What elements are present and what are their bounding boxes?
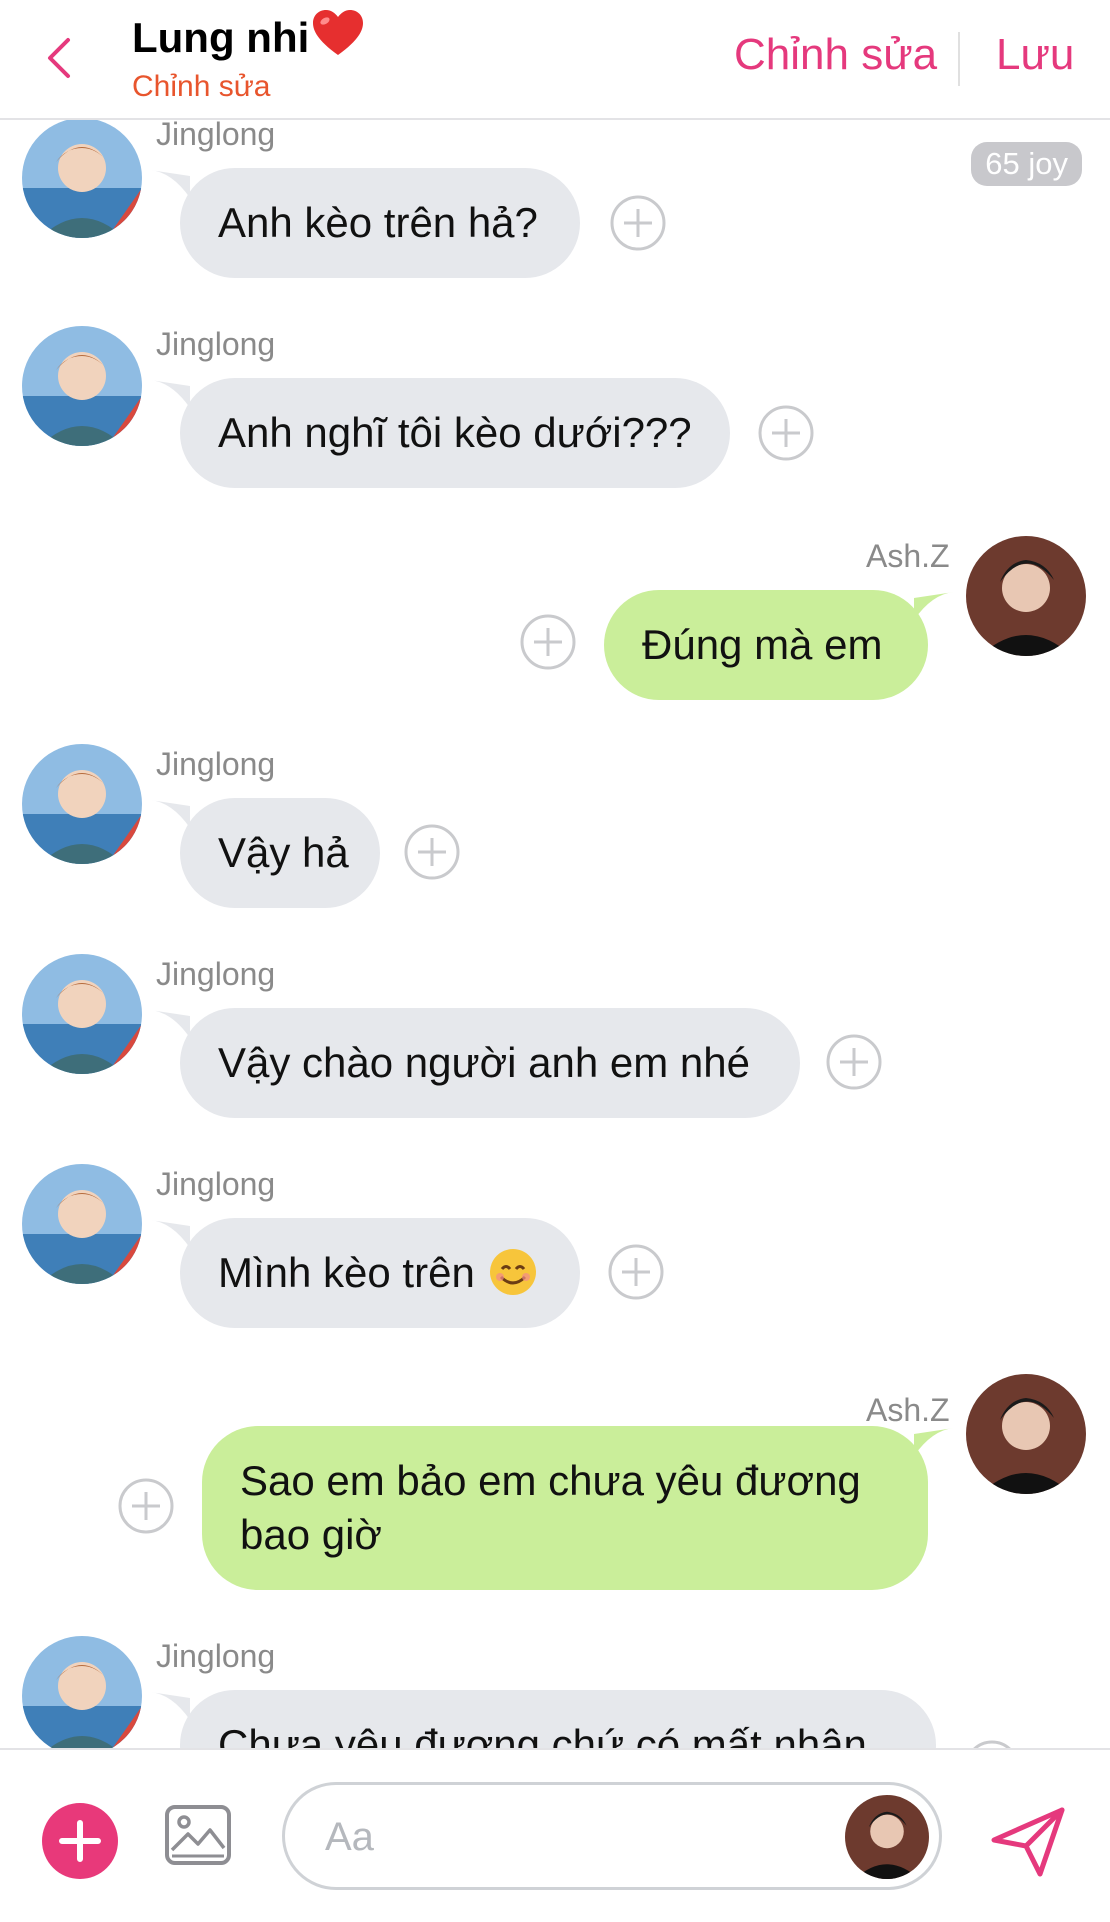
bubble-tail <box>914 1428 954 1456</box>
save-button[interactable]: Lưu <box>996 30 1074 80</box>
bubble-tail <box>150 1692 190 1720</box>
message-thread[interactable]: Jinglong Anh kèo trên hả? Jinglong Anh n… <box>0 0 1110 1748</box>
avatar-jinglong[interactable] <box>22 118 142 238</box>
message-text: Mình kèo trên <box>218 1249 475 1296</box>
message-bubble[interactable]: Đúng mà em <box>604 590 928 700</box>
add-reaction-icon[interactable] <box>826 1034 882 1090</box>
avatar-ash-z[interactable] <box>966 536 1086 656</box>
sender-name: Jinglong <box>156 116 276 152</box>
smile-emoji-icon <box>490 1249 537 1295</box>
plus-icon <box>59 1820 101 1862</box>
message-bubble[interactable]: Vậy chào người anh em nhé <box>180 1008 800 1118</box>
sender-name: Jinglong <box>156 326 276 362</box>
image-icon[interactable] <box>164 1804 232 1866</box>
chat-header: Lung nhi Chỉnh sửa Chỉnh sửa Lưu <box>0 0 1110 120</box>
chat-title-text: Lung nhi <box>132 14 310 61</box>
header-divider <box>958 32 960 86</box>
message-bubble[interactable]: Anh nghĩ tôi kèo dưới??? <box>180 378 730 488</box>
sender-name: Jinglong <box>156 746 276 782</box>
sender-name: Jinglong <box>156 956 276 992</box>
message-input[interactable]: Aa <box>282 1782 942 1890</box>
add-reaction-icon[interactable] <box>758 405 814 461</box>
add-reaction-icon[interactable] <box>520 614 576 670</box>
back-chevron-icon[interactable] <box>40 30 80 86</box>
bubble-tail <box>150 800 190 828</box>
add-reaction-icon[interactable] <box>610 195 666 251</box>
message-bubble[interactable]: Anh kèo trên hả? <box>180 168 580 278</box>
chat-title[interactable]: Lung nhi <box>132 8 365 62</box>
avatar-jinglong[interactable] <box>22 744 142 864</box>
sender-name: Ash.Z <box>866 1392 950 1428</box>
avatar-jinglong[interactable] <box>22 1636 142 1748</box>
edit-button[interactable]: Chỉnh sửa <box>734 30 937 80</box>
add-reaction-icon[interactable] <box>118 1478 174 1534</box>
message-input-placeholder: Aa <box>325 1815 374 1859</box>
joy-badge: 65 joy <box>971 142 1082 186</box>
bubble-tail <box>150 1220 190 1248</box>
send-icon[interactable] <box>988 1802 1068 1882</box>
message-bubble[interactable]: Chưa yêu đương chứ có mất nhân <box>180 1690 936 1748</box>
avatar-jinglong[interactable] <box>22 954 142 1074</box>
add-reaction-icon[interactable] <box>964 1740 1020 1748</box>
chat-subtitle[interactable]: Chỉnh sửa <box>132 70 271 104</box>
message-bubble[interactable]: Vậy hả <box>180 798 380 908</box>
add-reaction-icon[interactable] <box>404 824 460 880</box>
composer-bar: Aa <box>0 1748 1110 1922</box>
bubble-tail <box>150 170 190 198</box>
sender-name: Jinglong <box>156 1166 276 1202</box>
sender-name: Jinglong <box>156 1638 276 1674</box>
avatar-ash-z[interactable] <box>845 1795 929 1879</box>
heart-icon <box>313 10 364 55</box>
message-bubble[interactable]: Sao em bảo em chưa yêu đương bao giờ <box>202 1426 928 1590</box>
message-bubble[interactable]: Mình kèo trên <box>180 1218 580 1328</box>
add-reaction-icon[interactable] <box>608 1244 664 1300</box>
bubble-tail <box>150 1010 190 1038</box>
avatar-jinglong[interactable] <box>22 326 142 446</box>
add-button[interactable] <box>42 1803 118 1879</box>
bubble-tail <box>150 380 190 408</box>
sender-name: Ash.Z <box>866 538 950 574</box>
avatar-jinglong[interactable] <box>22 1164 142 1284</box>
avatar-ash-z[interactable] <box>966 1374 1086 1494</box>
